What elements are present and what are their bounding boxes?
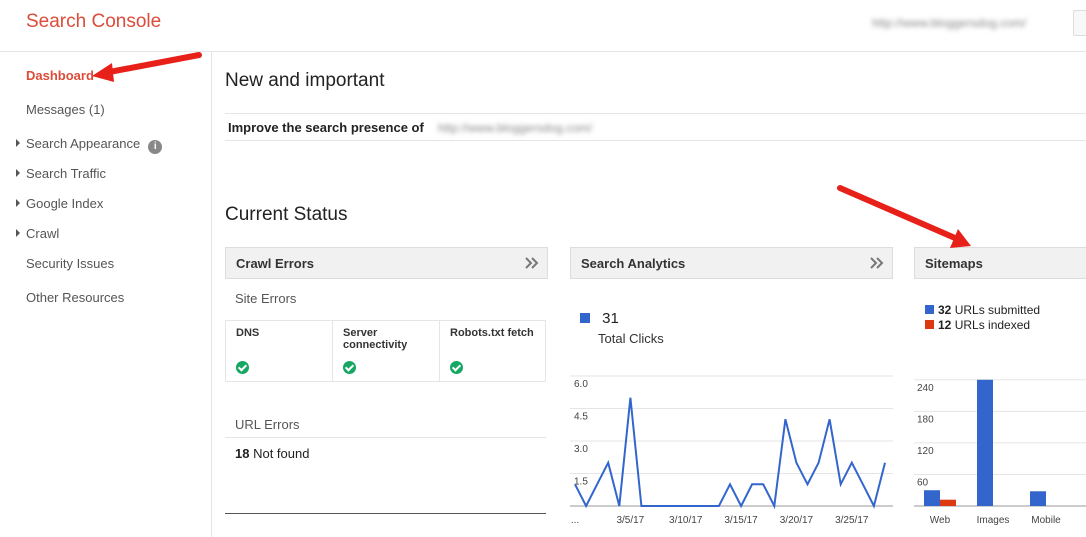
robots-fetch-label: Robots.txt fetch	[450, 327, 534, 339]
sidebar-item-label: Messages (1)	[26, 102, 105, 117]
total-clicks-label: Total Clicks	[598, 331, 664, 346]
info-icon[interactable]: i	[148, 140, 163, 154]
bar-mobile-submitted[interactable]	[1030, 491, 1046, 506]
sitemaps-title: Sitemaps	[925, 256, 983, 271]
sidebar-item-dashboard[interactable]: Dashboard	[26, 68, 94, 83]
urls-indexed-row: 12 URLs indexed	[925, 318, 1030, 332]
x-tick-label: 3/10/17	[669, 515, 703, 526]
x-tick-label: 3/25/17	[835, 515, 869, 526]
sidebar-item-label: Google Index	[26, 196, 104, 211]
double-chevron-right-icon[interactable]	[868, 254, 886, 272]
y-tick-label: 120	[917, 446, 934, 457]
url-errors-label: URL Errors	[235, 417, 300, 432]
sidebar-item-label: Security Issues	[26, 256, 115, 271]
urls-submitted-count: 32	[938, 303, 952, 317]
sidebar-item-label: Search Traffic	[26, 166, 106, 181]
site-errors-label: Site Errors	[235, 291, 297, 306]
urls-indexed-label: URLs indexed	[954, 318, 1031, 332]
crawl-errors-header[interactable]: Crawl Errors	[225, 247, 548, 279]
y-tick-label: 240	[917, 383, 934, 394]
y-tick-label: 180	[917, 414, 934, 425]
caret-right-icon	[16, 169, 20, 177]
server-connectivity-label: Server connectivity	[343, 327, 408, 351]
not-found-count: 18	[235, 446, 250, 461]
divider	[225, 513, 546, 514]
search-analytics-title: Search Analytics	[581, 256, 686, 271]
improve-text: Improve the search presence of	[228, 120, 424, 135]
sidebar-item-label: Dashboard	[26, 68, 94, 83]
search-analytics-card: Search Analytics 31 Total Clicks 6.0 4.5 3…	[570, 247, 893, 537]
caret-right-icon	[16, 229, 20, 237]
sidebar-item-security-issues[interactable]: Security Issues	[26, 256, 114, 271]
crawl-errors-card: Crawl Errors Site Errors DNS Server conn…	[225, 247, 548, 537]
x-tick-label: Images	[977, 515, 1010, 526]
dns-label: DNS	[236, 327, 260, 339]
urls-submitted-label: URLs submitted	[954, 303, 1041, 317]
sidebar-item-label: Search Appearance	[26, 136, 141, 151]
app-title[interactable]: Search Console	[26, 11, 161, 33]
sidebar-item-messages[interactable]: Messages (1)	[26, 102, 105, 117]
top-bar: Search Console http://www.bloggersdog.co…	[0, 0, 1086, 52]
urls-submitted-row: 32 URLs submitted	[925, 303, 1040, 317]
bar-images-submitted[interactable]	[977, 379, 993, 506]
main-content: New and important Improve the search pre…	[213, 53, 1086, 537]
legend-swatch-blue	[925, 305, 934, 314]
legend-swatch-red	[925, 320, 934, 329]
sidebar-item-label: Crawl	[26, 226, 60, 241]
not-found-row[interactable]: 18 Not found	[235, 446, 309, 461]
check-icon	[343, 361, 356, 374]
search-analytics-header[interactable]: Search Analytics	[570, 247, 893, 279]
site-url[interactable]: http://www.bloggersdog.com/	[872, 16, 1026, 30]
check-icon	[236, 361, 249, 374]
y-tick-label: 4.5	[574, 412, 588, 423]
site-selector[interactable]	[1073, 10, 1086, 36]
sidebar-item-search-traffic[interactable]: Search Traffic	[16, 166, 106, 181]
sitemaps-header[interactable]: Sitemaps	[914, 247, 1086, 279]
sitemaps-card: Sitemaps 32 URLs submitted 12 URLs index…	[914, 247, 1086, 537]
not-found-label: Not found	[253, 446, 310, 461]
x-tick-label: ...	[571, 515, 579, 526]
robots-fetch-cell[interactable]: Robots.txt fetch	[440, 321, 545, 381]
crawl-errors-title: Crawl Errors	[236, 256, 315, 271]
new-important-heading: New and important	[225, 70, 385, 91]
sidebar-item-label: Other Resources	[26, 290, 125, 305]
current-status-heading: Current Status	[225, 204, 348, 225]
bar-web-indexed[interactable]	[940, 499, 956, 506]
legend-swatch-blue	[580, 313, 590, 323]
x-tick-label: 3/20/17	[780, 515, 814, 526]
sidebar-item-other-resources[interactable]: Other Resources	[26, 290, 124, 305]
x-tick-label: 3/15/17	[724, 515, 758, 526]
total-clicks-value-row: 31	[580, 310, 619, 327]
improve-url: http://www.bloggersdog.com/	[438, 121, 593, 135]
sidebar-item-crawl[interactable]: Crawl	[16, 226, 60, 241]
check-icon	[450, 361, 463, 374]
divider	[225, 437, 546, 438]
y-tick-label: 6.0	[574, 379, 588, 390]
caret-right-icon	[16, 199, 20, 207]
sidebar-item-google-index[interactable]: Google Index	[16, 196, 104, 211]
y-tick-label: 60	[917, 477, 929, 488]
caret-right-icon	[16, 139, 20, 147]
dns-status-cell[interactable]: DNS	[226, 321, 333, 381]
clicks-series-line[interactable]	[574, 397, 886, 510]
urls-indexed-count: 12	[938, 318, 952, 332]
y-tick-label: 3.0	[574, 444, 588, 455]
x-tick-label: 3/5/17	[616, 515, 644, 526]
sidebar-item-search-appearance[interactable]: Search Appearance i	[16, 136, 163, 154]
x-tick-label: Web	[930, 515, 951, 526]
bar-web-submitted[interactable]	[924, 490, 940, 506]
sidebar: Dashboard Messages (1) Search Appearance…	[0, 52, 212, 537]
sitemaps-chart[interactable]: 240 180 120 60 Web Images Mobile	[914, 360, 1086, 537]
server-connectivity-cell[interactable]: Server connectivity	[333, 321, 440, 381]
site-errors-table: DNS Server connectivity Robots.txt fetch	[225, 320, 546, 382]
search-analytics-chart[interactable]: 6.04.53.01.5... 3/5/17 3/10/17 3/15/17 3/20/…	[570, 360, 893, 537]
total-clicks-value: 31	[602, 310, 619, 327]
improve-row[interactable]: Improve the search presence of http://ww…	[225, 113, 1086, 141]
x-tick-label: Mobile	[1031, 515, 1061, 526]
double-chevron-right-icon[interactable]	[523, 254, 541, 272]
